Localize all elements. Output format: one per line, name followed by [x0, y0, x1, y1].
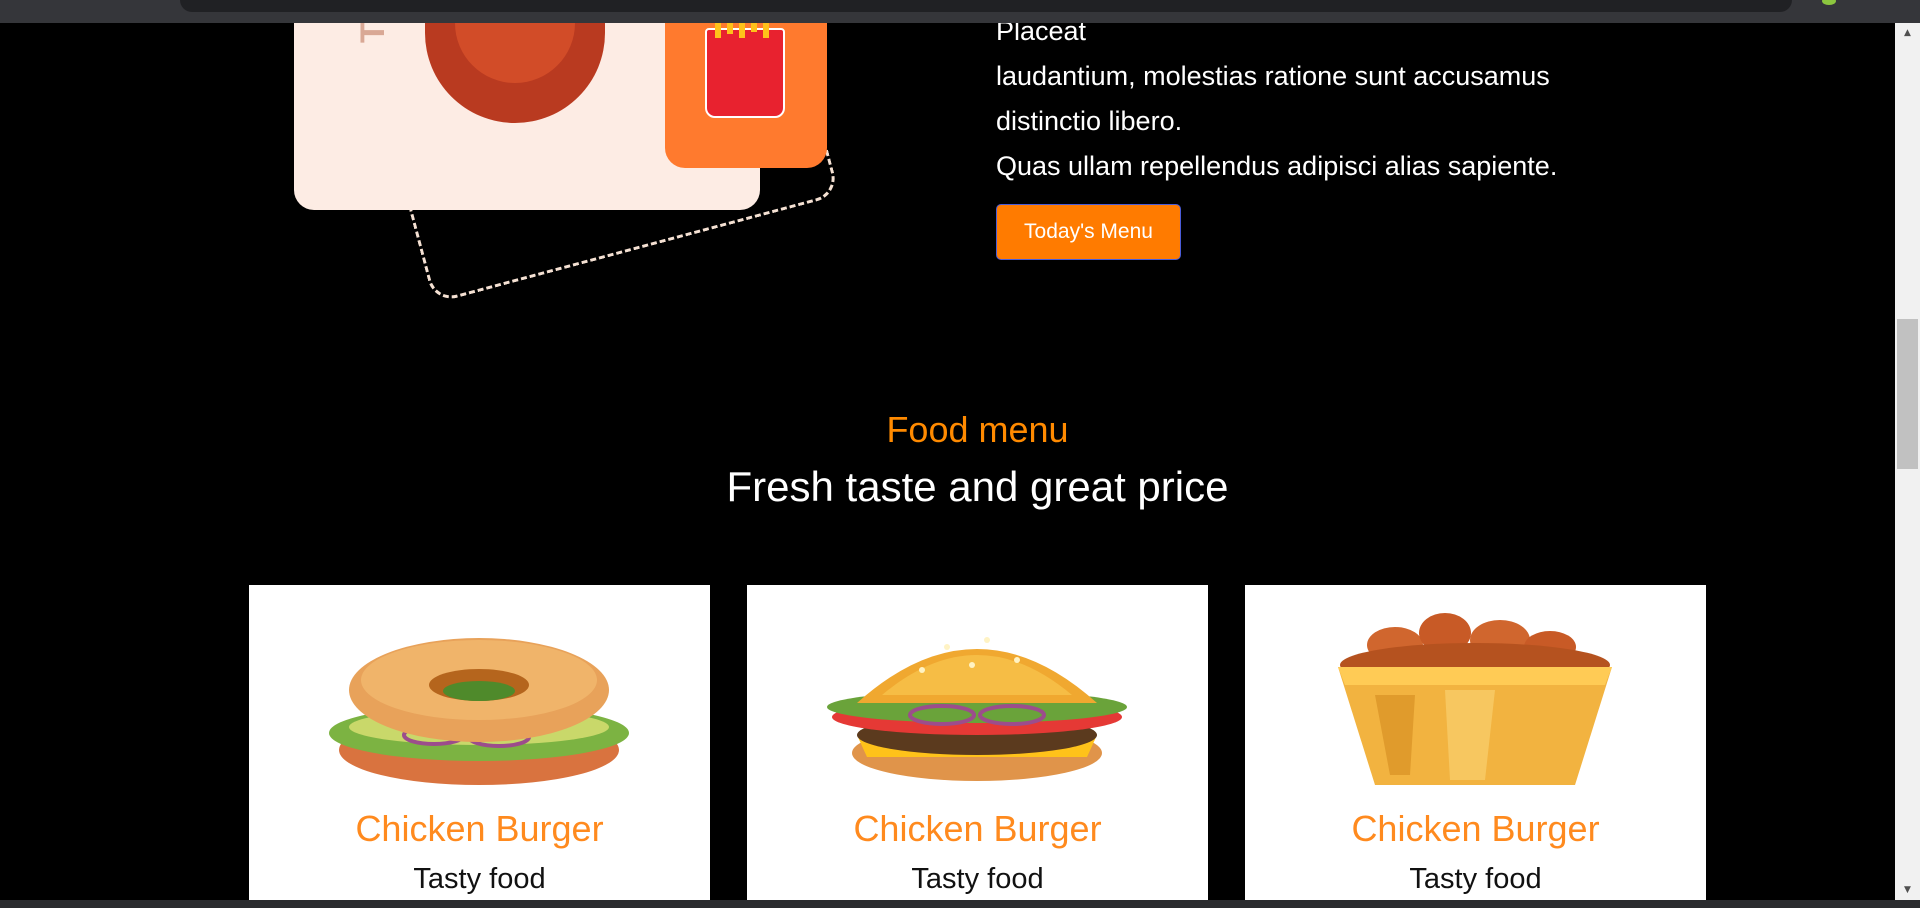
- fries-tile: [665, 23, 827, 168]
- card-subtitle: Tasty food: [413, 863, 546, 895]
- card-title: Chicken Burger: [355, 808, 604, 849]
- section-kicker: Food menu: [886, 409, 1069, 450]
- extension-icon[interactable]: [1822, 0, 1836, 5]
- scroll-up-arrow-icon[interactable]: ▲: [1895, 23, 1920, 43]
- scroll-thumb[interactable]: [1897, 319, 1918, 469]
- browser-toolbar: [0, 0, 1920, 23]
- fries-icon: [705, 23, 785, 118]
- page-scrollbar[interactable]: ▲ ▼: [1895, 23, 1920, 900]
- browser-bottom-bar: [0, 900, 1920, 908]
- burger-icon: [827, 637, 1127, 781]
- illustration-text: Tod: [354, 23, 393, 43]
- card-title: Chicken Burger: [1351, 808, 1600, 849]
- todays-menu-button[interactable]: Today's Menu: [996, 204, 1181, 260]
- hero-line: distinctio libero.: [996, 106, 1183, 136]
- hero-illustration: Tod: [280, 23, 880, 304]
- hero-line: Quas ullam repellendus adipisci alias sa…: [996, 151, 1558, 181]
- menu-card[interactable]: Chicken Burger Tasty food: [1245, 585, 1706, 900]
- card-subtitle: Tasty food: [911, 863, 1044, 895]
- section-title: Fresh taste and great price: [726, 463, 1229, 510]
- hero-line: laudantium, molestias ratione sunt accus…: [996, 61, 1550, 91]
- fried-chicken-bucket-icon: [1338, 613, 1612, 785]
- address-bar[interactable]: [180, 0, 1792, 12]
- bagel-sandwich-icon: [329, 638, 629, 785]
- card-subtitle: Tasty food: [1409, 863, 1542, 895]
- menu-card[interactable]: Chicken Burger Tasty food: [249, 585, 710, 900]
- menu-card[interactable]: Chicken Burger Tasty food: [747, 585, 1208, 900]
- scroll-down-arrow-icon[interactable]: ▼: [1895, 880, 1920, 900]
- hero-description: Placeat laudantium, molestias ratione su…: [996, 23, 1696, 189]
- hero-line: Placeat: [996, 23, 1087, 46]
- card-title: Chicken Burger: [853, 808, 1102, 849]
- page-viewport: Tod Placeat laudantium, molestias ration…: [0, 23, 1895, 900]
